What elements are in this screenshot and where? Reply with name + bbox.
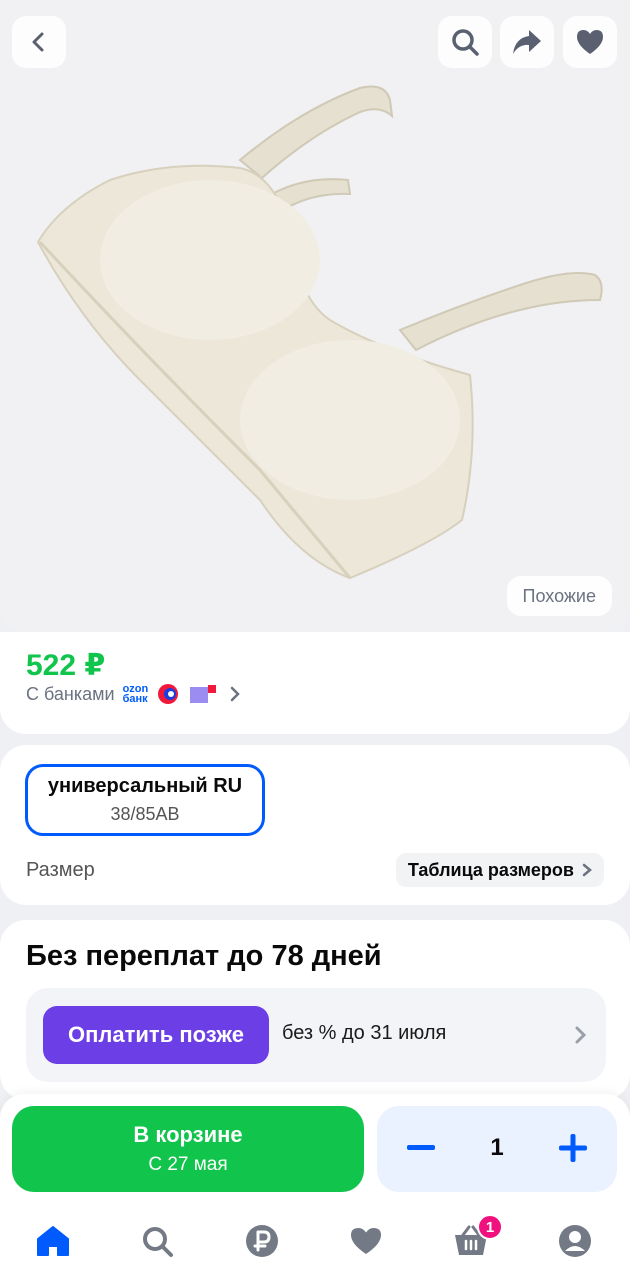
pay-later-button[interactable]: Оплатить позже (43, 1006, 269, 1064)
chevron-right-icon (230, 686, 241, 702)
bottom-panel: В корзине С 27 мая 1 1 (0, 1094, 630, 1280)
size-option-selected[interactable]: универсальный RU 38/85AB (25, 764, 265, 836)
product-gallery[interactable]: Похожие (0, 0, 630, 632)
favorite-button[interactable] (563, 16, 617, 68)
size-table-label: Таблица размеров (407, 859, 574, 880)
ozon-bank-logo: ozon банк (122, 684, 149, 705)
installment-title: Без переплат до 78 дней (26, 940, 382, 972)
nav-search[interactable] (127, 1216, 187, 1266)
profile-icon (559, 1225, 591, 1257)
nav-profile[interactable] (545, 1216, 605, 1266)
size-table-link[interactable]: Таблица размеров (395, 853, 604, 887)
ruble-icon (246, 1225, 278, 1257)
ozon-bank-logo-bottom: банк (122, 693, 148, 705)
in-cart-title: В корзине (133, 1122, 243, 1147)
price: 522 ₽ (26, 649, 106, 682)
share-arrow-icon (513, 30, 541, 54)
nav-home[interactable] (23, 1216, 83, 1266)
search-button[interactable] (438, 16, 492, 68)
bank-logo-circle-icon (158, 684, 179, 704)
chevron-right-icon (575, 1026, 587, 1044)
installment-card: Без переплат до 78 дней Оплатить позже б… (0, 920, 630, 1100)
chevron-right-icon (582, 863, 592, 877)
home-icon (37, 1226, 69, 1256)
nav-cart[interactable]: 1 (441, 1214, 503, 1266)
delivery-date: С 27 мая (148, 1154, 228, 1175)
chevron-left-icon (32, 32, 44, 52)
bank-offers[interactable]: С банками ozon банк (26, 682, 242, 706)
heart-icon (577, 30, 603, 54)
heart-icon (351, 1228, 381, 1254)
bank-logo-square-icon (190, 685, 217, 703)
back-button[interactable] (12, 16, 66, 68)
product-image (36, 85, 603, 580)
nav-finance[interactable] (232, 1216, 292, 1266)
size-option-value: 38/85AB (110, 804, 180, 824)
cart-badge: 1 (477, 1214, 503, 1240)
search-icon (143, 1227, 173, 1257)
nav-favorites[interactable] (336, 1216, 396, 1266)
quantity-stepper: 1 (377, 1106, 617, 1192)
in-cart-button[interactable]: В корзине С 27 мая (12, 1106, 364, 1192)
search-icon (452, 29, 479, 56)
banks-label: С банками (26, 683, 115, 704)
pay-later-row[interactable]: Оплатить позже без % до 31 июля (26, 988, 606, 1082)
share-button[interactable] (500, 16, 554, 68)
decrease-button[interactable] (405, 1132, 437, 1164)
similar-button[interactable]: Похожие (506, 576, 612, 616)
bottom-navigation: 1 (0, 1204, 630, 1274)
pay-later-note: без % до 31 июля (282, 1022, 447, 1044)
size-label: Размер (26, 859, 95, 881)
plus-icon (559, 1134, 587, 1162)
quantity-value: 1 (490, 1134, 504, 1161)
minus-icon (407, 1145, 435, 1150)
size-option-name: универсальный RU (47, 775, 243, 797)
size-card: универсальный RU 38/85AB Размер Таблица … (0, 745, 630, 905)
increase-button[interactable] (557, 1132, 589, 1164)
